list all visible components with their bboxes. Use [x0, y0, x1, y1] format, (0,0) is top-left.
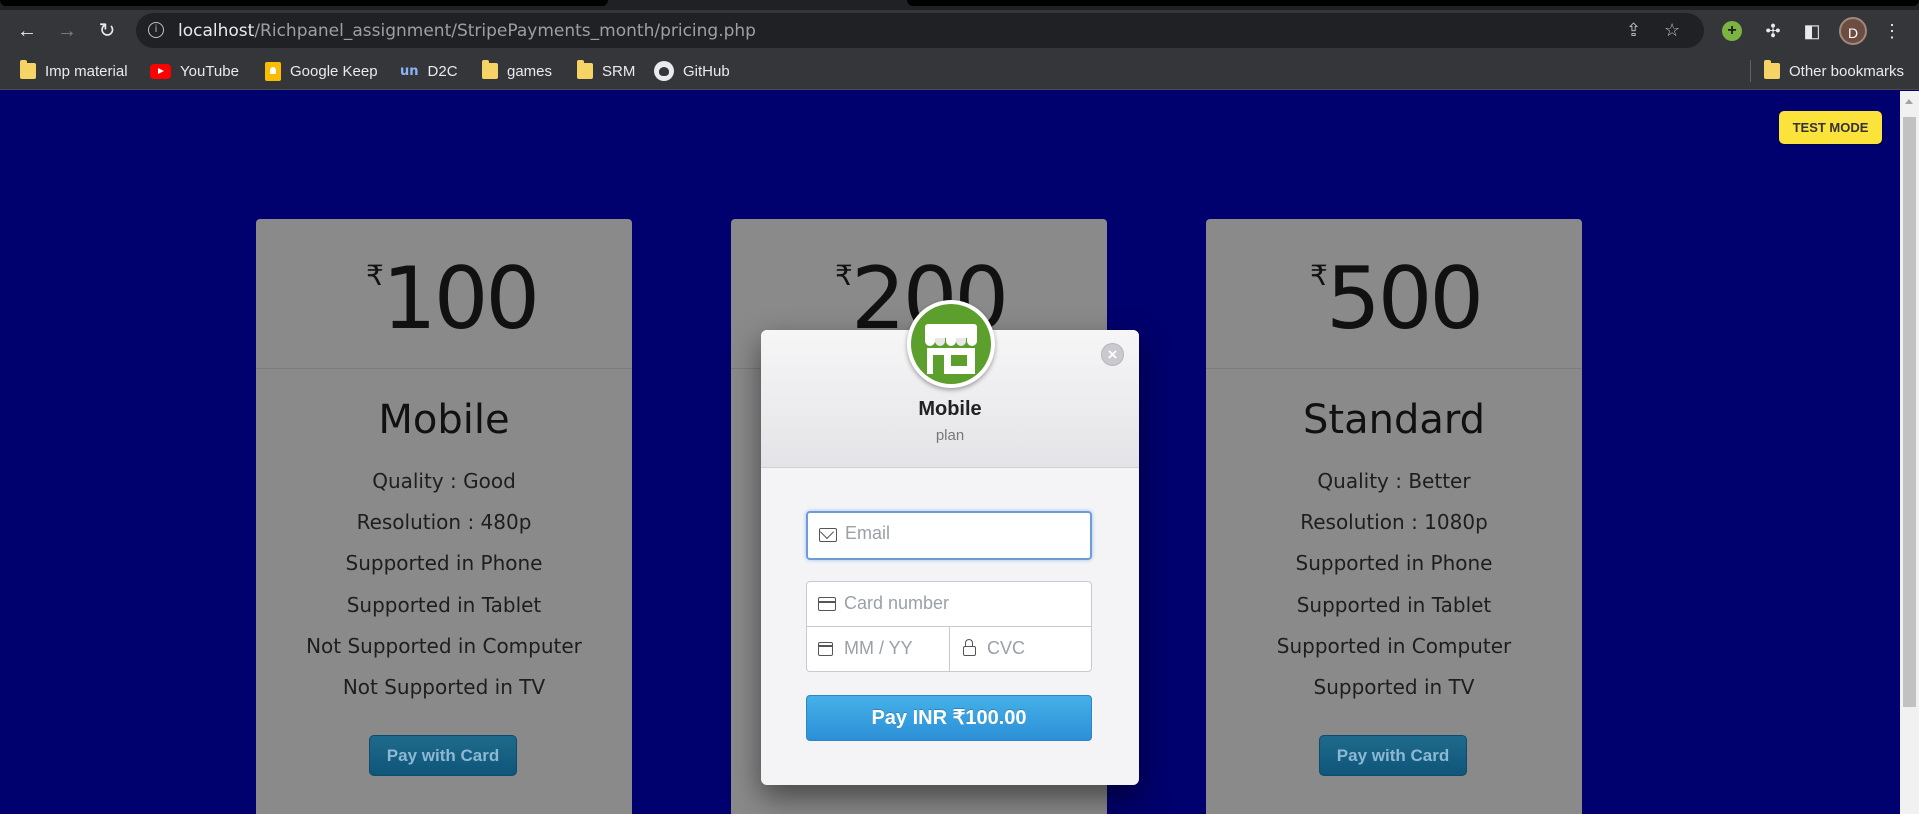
bookmark-google-keep[interactable]: Google Keep	[265, 61, 378, 81]
folder-icon	[20, 60, 36, 79]
menu-kebab-icon[interactable]: ⋮	[1880, 19, 1904, 43]
pay-with-card-button[interactable]: Pay with Card	[1319, 735, 1467, 776]
feature-item: Quality : Better	[1317, 469, 1471, 493]
feature-item: Quality : Good	[372, 469, 516, 493]
tab-edge	[907, 0, 1919, 6]
extensions-puzzle-icon[interactable]: ✣	[1761, 19, 1785, 43]
url-text[interactable]: localhost/Richpanel_assignment/StripePay…	[178, 21, 756, 41]
address-bar[interactable]: i localhost/Richpanel_assignment/StripeP…	[136, 13, 1704, 48]
price-header: ₹ 100	[256, 219, 632, 369]
folder-icon	[577, 60, 593, 79]
folder-icon	[1764, 60, 1780, 79]
google-keep-icon	[265, 61, 281, 81]
feature-item: Not Supported in Computer	[306, 634, 582, 658]
youtube-icon	[150, 63, 171, 79]
price-header: ₹ 500	[1206, 219, 1582, 369]
feature-item: Resolution : 1080p	[1300, 510, 1488, 534]
bookmarks-bar: Imp material YouTube Google Keep un D2C g…	[0, 52, 1919, 90]
bookmark-d2c[interactable]: un D2C	[400, 61, 458, 81]
mail-icon	[819, 528, 837, 542]
close-icon[interactable]: ×	[1101, 343, 1124, 366]
plan-price: 100	[382, 249, 540, 349]
unstop-icon: un	[400, 63, 419, 79]
bookmark-imp-material[interactable]: Imp material	[20, 60, 128, 81]
pay-button[interactable]: Pay INR ₹100.00	[806, 695, 1092, 741]
card-number-field[interactable]: Card number	[806, 581, 1092, 627]
forward-arrow-icon[interactable]: →	[54, 18, 80, 44]
feature-item: Supported in Tablet	[346, 593, 542, 617]
feature-item: Supported in TV	[1313, 675, 1475, 699]
reload-icon[interactable]: ↻	[94, 18, 120, 44]
feature-item: Supported in Phone	[1295, 551, 1493, 575]
plan-card-mobile: ₹ 100 Mobile Quality : Good Resolution :…	[256, 219, 632, 814]
expiry-field[interactable]: MM / YY	[806, 626, 950, 672]
plan-price: 500	[1326, 249, 1484, 349]
folder-icon	[482, 60, 498, 79]
site-info-icon[interactable]: i	[148, 22, 164, 38]
modal-subtitle: plan	[935, 427, 965, 444]
feature-item: Supported in Computer	[1276, 634, 1512, 658]
test-mode-badge: TEST MODE	[1779, 111, 1882, 144]
store-icon	[907, 300, 995, 388]
calendar-icon	[818, 642, 833, 656]
bookmark-games[interactable]: games	[482, 60, 552, 81]
plan-card-standard: ₹ 500 Standard Quality : Better Resoluti…	[1206, 219, 1582, 814]
scroll-thumb[interactable]	[1903, 117, 1916, 707]
pay-with-card-button[interactable]: Pay with Card	[369, 735, 517, 776]
bookmark-youtube[interactable]: YouTube	[150, 61, 239, 81]
scrollbar[interactable]	[1900, 91, 1919, 814]
cvc-field[interactable]: CVC	[949, 626, 1092, 672]
feature-item: Supported in Phone	[345, 551, 543, 575]
avatar[interactable]: D	[1839, 17, 1867, 45]
feature-item: Not Supported in TV	[342, 675, 546, 699]
bookmarks-divider	[1750, 60, 1751, 82]
browser-toolbar: ← → ↻ i localhost/Richpanel_assignment/S…	[0, 10, 1919, 52]
share-icon[interactable]: ⇪	[1626, 19, 1641, 41]
bookmark-other[interactable]: Other bookmarks	[1764, 60, 1904, 81]
back-arrow-icon[interactable]: ←	[14, 18, 40, 44]
lock-icon	[963, 639, 976, 656]
plan-name: Mobile	[378, 397, 510, 443]
credit-card-icon	[818, 597, 836, 611]
plan-name: Standard	[1303, 397, 1485, 443]
star-icon[interactable]: ☆	[1664, 19, 1680, 41]
bookmark-github[interactable]: GitHub	[654, 61, 730, 81]
modal-title: Mobile	[918, 398, 982, 420]
feature-item: Resolution : 480p	[356, 510, 532, 534]
tab-strip	[0, 0, 1919, 10]
scroll-up-icon[interactable]	[1905, 99, 1913, 104]
feature-item: Supported in Tablet	[1296, 593, 1492, 617]
side-panel-icon[interactable]: ◧	[1800, 19, 1824, 43]
checkout-modal: × Mobile plan Email Card number MM / YY …	[761, 300, 1139, 785]
bookmark-srm[interactable]: SRM	[577, 60, 635, 81]
extension-plus-icon[interactable]: +	[1722, 21, 1742, 41]
tab-edge	[0, 0, 608, 6]
github-icon	[654, 61, 674, 81]
email-field[interactable]: Email	[806, 511, 1092, 560]
